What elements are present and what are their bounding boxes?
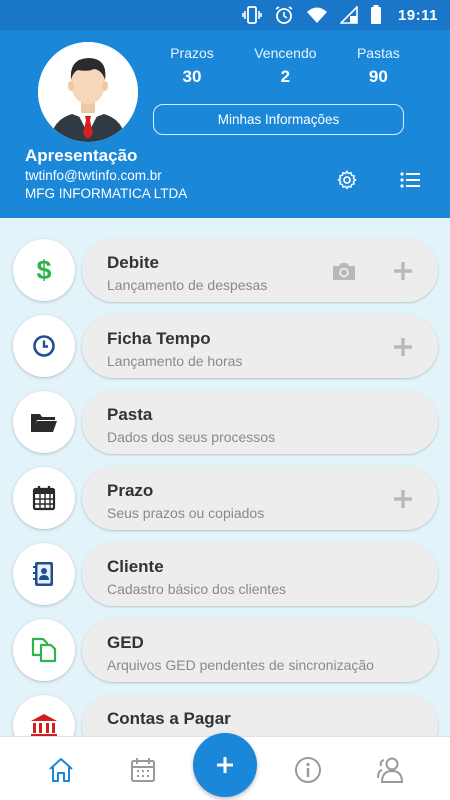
folder-icon	[31, 414, 57, 432]
stats-bar: Prazos 30 Vencendo 2 Pastas 90	[150, 45, 420, 87]
stat-value: 2	[280, 67, 291, 86]
home-icon[interactable]	[46, 755, 76, 785]
menu-item-debite[interactable]: $ Debite Lançamento de despesas	[0, 236, 450, 312]
main-menu: $ Debite Lançamento de despesas Ficha Te…	[0, 236, 450, 768]
status-bar: 19:11	[0, 0, 450, 30]
menu-card[interactable]: Ficha Tempo Lançamento de horas	[82, 314, 438, 378]
menu-item-icon-badge[interactable]	[13, 543, 75, 605]
menu-item-subtitle: Arquivos GED pendentes de sincronização	[107, 657, 374, 673]
stat-vencendo[interactable]: Vencendo 2	[254, 45, 316, 87]
menu-item-ficha-tempo[interactable]: Ficha Tempo Lançamento de horas	[0, 312, 450, 388]
my-info-button[interactable]: Minhas Informações	[153, 104, 404, 135]
menu-card[interactable]: GED Arquivos GED pendentes de sincroniza…	[82, 618, 438, 682]
add-icon	[217, 757, 233, 773]
calendar-icon[interactable]	[128, 755, 158, 785]
plus-icon[interactable]	[392, 260, 414, 282]
stat-label: Prazos	[170, 45, 214, 61]
menu-item-subtitle: Lançamento de despesas	[107, 277, 268, 293]
menu-item-icon-badge[interactable]	[13, 391, 75, 453]
stat-pastas[interactable]: Pastas 90	[357, 45, 400, 87]
info-icon[interactable]	[293, 755, 323, 785]
battery-icon	[370, 5, 381, 24]
menu-item-title: Pasta	[107, 405, 153, 424]
stat-label: Vencendo	[254, 45, 317, 61]
vibrate-icon	[242, 6, 262, 24]
menu-item-subtitle: Dados dos seus processos	[107, 429, 276, 445]
add-button[interactable]	[193, 733, 257, 797]
users-icon[interactable]	[375, 755, 405, 785]
menu-item-cliente[interactable]: Cliente Cadastro básico dos clientes	[0, 540, 450, 616]
list-menu-icon[interactable]	[398, 168, 422, 192]
menu-item-prazo[interactable]: Prazo Seus prazos ou copiados	[0, 464, 450, 540]
menu-item-pasta[interactable]: Pasta Dados dos seus processos	[0, 388, 450, 464]
dollar-icon: $	[36, 255, 51, 285]
menu-item-subtitle: Seus prazos ou copiados	[107, 505, 265, 521]
signal-icon	[339, 6, 358, 24]
user-avatar-icon	[38, 42, 138, 142]
menu-card[interactable]: Pasta Dados dos seus processos	[82, 390, 438, 454]
menu-item-title: Cliente	[107, 557, 164, 576]
menu-item-icon-badge[interactable]	[13, 467, 75, 529]
camera-icon[interactable]	[331, 260, 357, 282]
stat-prazos[interactable]: Prazos 30	[170, 45, 214, 87]
menu-item-ged[interactable]: GED Arquivos GED pendentes de sincroniza…	[0, 616, 450, 692]
stat-value: 30	[182, 67, 202, 86]
menu-item-subtitle: Lançamento de horas	[107, 353, 243, 369]
menu-item-icon-badge[interactable]	[13, 619, 75, 681]
menu-card[interactable]: Debite Lançamento de despesas	[82, 238, 438, 302]
stat-value: 90	[368, 67, 388, 86]
menu-item-title: Contas a Pagar	[107, 709, 231, 728]
menu-item-title: Ficha Tempo	[107, 329, 211, 348]
wifi-icon	[306, 7, 327, 23]
plus-icon[interactable]	[392, 488, 414, 510]
alarm-icon	[275, 6, 293, 24]
menu-item-icon-badge[interactable]: $	[13, 239, 75, 301]
menu-item-subtitle: Cadastro básico dos clientes	[107, 581, 286, 597]
svg-text:$: $	[36, 255, 51, 285]
menu-item-title: GED	[107, 633, 144, 652]
stat-label: Pastas	[356, 45, 400, 61]
documents-icon	[31, 637, 57, 663]
plus-icon[interactable]	[392, 336, 414, 358]
profile-header: Prazos 30 Vencendo 2 Pastas 90 Minhas In…	[0, 30, 450, 218]
bottom-nav	[0, 733, 450, 800]
clock-time: 19:11	[397, 6, 438, 24]
profile-name: Apresentação	[25, 146, 138, 165]
profile-company: MFG INFORMATICA LTDA	[25, 186, 188, 201]
menu-item-icon-badge[interactable]	[13, 315, 75, 377]
avatar[interactable]	[38, 42, 138, 142]
menu-card[interactable]: Prazo Seus prazos ou copiados	[82, 466, 438, 530]
clock-icon	[33, 335, 55, 357]
contact-book-icon	[33, 562, 53, 586]
menu-card[interactable]: Cliente Cadastro básico dos clientes	[82, 542, 438, 606]
menu-item-title: Prazo	[107, 481, 154, 500]
profile-email: twtinfo@twtinfo.com.br	[25, 168, 162, 183]
gear-icon[interactable]	[335, 168, 359, 192]
menu-item-title: Debite	[107, 253, 159, 272]
calendar-icon	[32, 486, 56, 511]
